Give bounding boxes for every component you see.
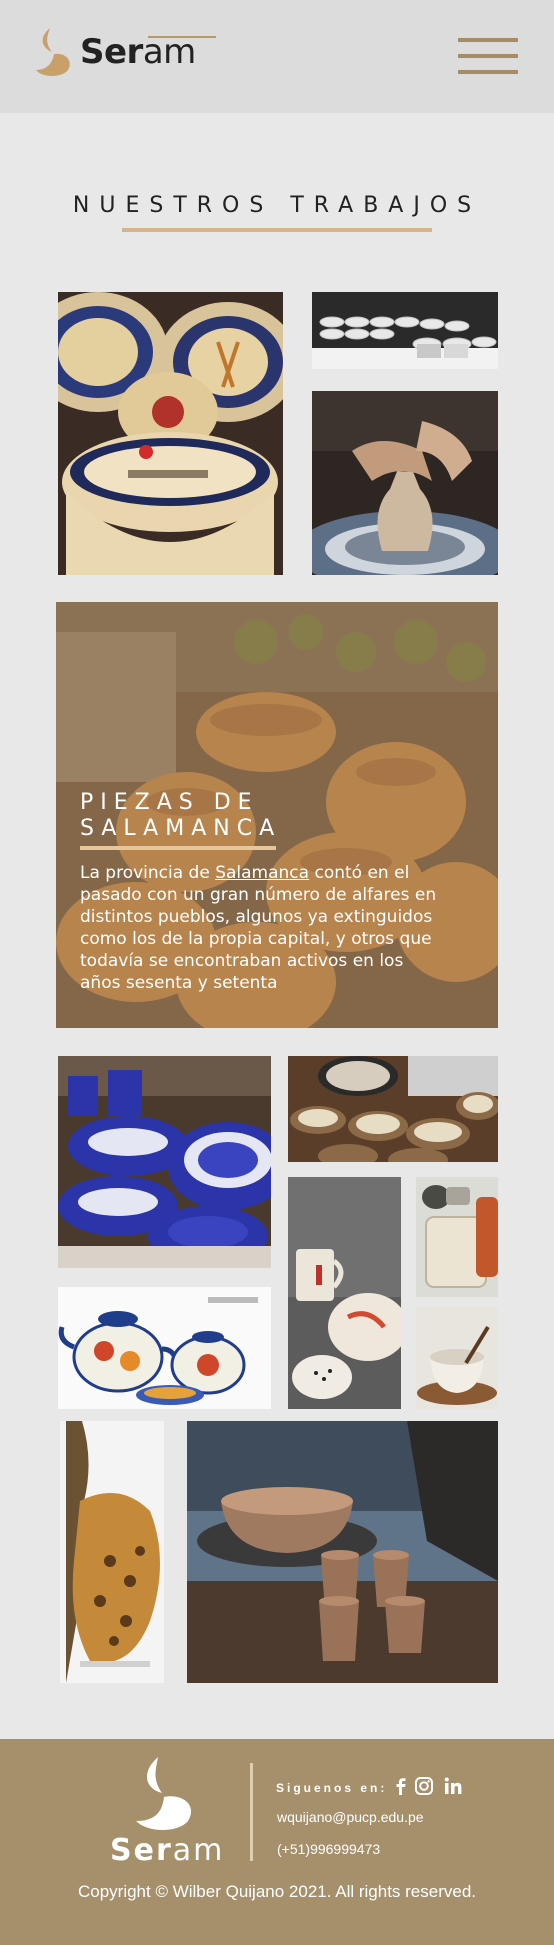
salamanca-link[interactable]: Salamanca (215, 863, 309, 883)
gallery-image-trays[interactable] (416, 1177, 498, 1297)
phone-link[interactable]: (+51)996999473 (277, 1841, 380, 1857)
hamburger-menu-icon[interactable] (458, 36, 518, 76)
gallery-image-amphora[interactable] (60, 1421, 164, 1683)
gallery-image-potter-wheel[interactable] (312, 391, 498, 575)
facebook-icon[interactable] (390, 1775, 412, 1797)
linkedin-icon[interactable] (442, 1775, 464, 1797)
gallery-image-rustic-bowls[interactable] (288, 1056, 498, 1162)
feature-description: La provincia de Salamanca contó en el pa… (80, 863, 437, 993)
feature-salamanca: PIEZAS DE SALAMANCA La provincia de Sala… (56, 602, 498, 1028)
follow-label: Siguenos en: (276, 1781, 388, 1795)
feature-title-underline (80, 846, 276, 850)
site-header: Seram (0, 0, 554, 113)
gallery-image-blue-ceramics[interactable] (58, 1056, 271, 1268)
feature-title: PIEZAS DE SALAMANCA (80, 790, 282, 841)
gallery-image-bowl-spoon[interactable] (416, 1307, 498, 1409)
gallery-image-mug-plate[interactable] (288, 1177, 401, 1409)
gallery-image-clay-cups[interactable] (187, 1421, 498, 1683)
gallery-image-teapot[interactable] (58, 1287, 271, 1409)
logo-mark-icon (34, 26, 76, 78)
gallery-image-decorated-bowls[interactable] (58, 292, 283, 575)
site-footer: Seram Siguenos en: wquijano@pucp.edu.pe … (0, 1739, 554, 1945)
title-underline (122, 228, 432, 232)
gallery-title: NUESTROS TRABAJOS (72, 193, 482, 218)
brand-logo[interactable]: Seram (34, 26, 216, 78)
brand-name: Seram (80, 32, 216, 72)
footer-divider (250, 1763, 253, 1861)
gallery-image-plates-shelf[interactable] (312, 292, 498, 369)
instagram-icon[interactable] (413, 1775, 435, 1797)
email-link[interactable]: wquijano@pucp.edu.pe (277, 1809, 424, 1825)
footer-brand-name: Seram (110, 1833, 225, 1868)
copyright-text: Copyright © Wilber Quijano 2021. All rig… (77, 1882, 477, 1901)
